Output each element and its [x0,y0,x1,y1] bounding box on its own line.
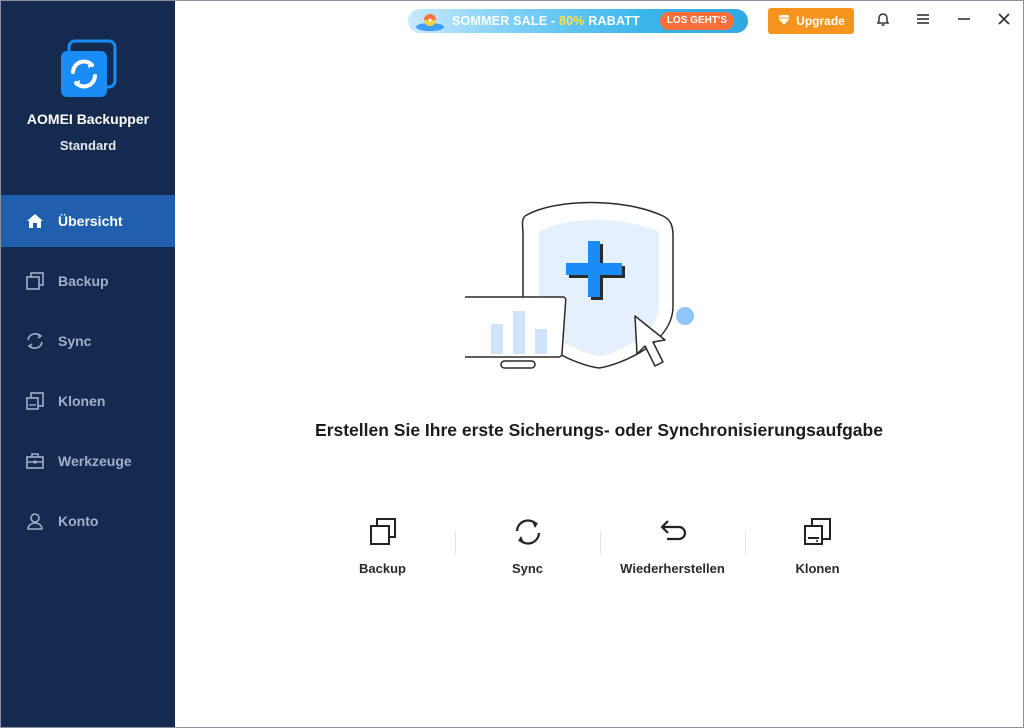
sidebar-item-label: Übersicht [58,213,123,229]
promo-cta-button[interactable]: LOS GEHT'S [659,12,734,30]
sync-icon [25,331,45,351]
sidebar-item-label: Konto [58,513,99,529]
sync-icon [511,515,545,549]
sidebar-item-sync[interactable]: Sync [1,315,175,367]
menu-button[interactable] [909,7,937,35]
page-headline: Erstellen Sie Ihre erste Sicherungs- ode… [315,420,883,440]
action-backup[interactable]: Backup [310,511,455,583]
minimize-icon [957,12,971,31]
diamond-icon [777,14,791,29]
sidebar-item-label: Werkzeuge [58,453,132,469]
toolbox-icon [25,451,45,471]
app-window: AOMEI Backupper Standard Übersicht Backu… [0,0,1024,728]
app-name: AOMEI Backupper [26,111,150,127]
close-button[interactable] [990,7,1018,35]
backup-icon [25,271,45,291]
menu-icon [916,12,930,31]
main-content: SOMMER SALE - 80% RABATT LOS GEHT'S Upgr… [175,1,1023,727]
sidebar-item-uebersicht[interactable]: Übersicht [1,195,175,247]
quick-actions: Backup Sync Wiederherstellen Klonen [310,511,890,591]
notifications-button[interactable] [869,7,897,35]
action-label: Sync [511,561,544,576]
promo-percent: 80% [558,14,585,28]
upgrade-label: Upgrade [796,14,845,28]
promo-text-suffix: RABATT [584,14,640,28]
home-icon [25,211,45,231]
promo-banner[interactable]: SOMMER SALE - 80% RABATT LOS GEHT'S [408,9,748,33]
beach-ball-icon [408,9,452,33]
clone-icon [801,515,835,549]
minimize-button[interactable] [950,7,978,35]
sidebar-item-label: Sync [58,333,92,349]
action-sync[interactable]: Sync [455,511,600,583]
app-logo-icon [59,39,117,99]
action-label: Klonen [795,561,840,576]
close-icon [997,12,1011,31]
action-label: Wiederherstellen [620,561,725,576]
app-edition: Standard [59,138,117,153]
clone-icon [25,391,45,411]
sidebar-item-label: Backup [58,273,109,289]
action-label: Backup [359,561,406,576]
sidebar-nav: Übersicht Backup Sync Klonen Werkzeuge K… [1,195,175,555]
restore-icon [656,515,690,549]
sidebar-item-werkzeuge[interactable]: Werkzeuge [1,435,175,487]
action-restore[interactable]: Wiederherstellen [600,511,745,583]
backup-icon [366,515,400,549]
promo-text-prefix: SOMMER SALE - [452,14,559,28]
sidebar-item-backup[interactable]: Backup [1,255,175,307]
promo-text: SOMMER SALE - 80% RABATT [452,14,640,28]
upgrade-button[interactable]: Upgrade [768,8,854,34]
sidebar-item-klonen[interactable]: Klonen [1,375,175,427]
sidebar: AOMEI Backupper Standard Übersicht Backu… [1,1,175,727]
action-clone[interactable]: Klonen [745,511,890,583]
sidebar-item-konto[interactable]: Konto [1,495,175,547]
user-icon [25,511,45,531]
sidebar-item-label: Klonen [58,393,106,409]
welcome-illustration [457,196,705,376]
bell-icon [875,11,891,32]
